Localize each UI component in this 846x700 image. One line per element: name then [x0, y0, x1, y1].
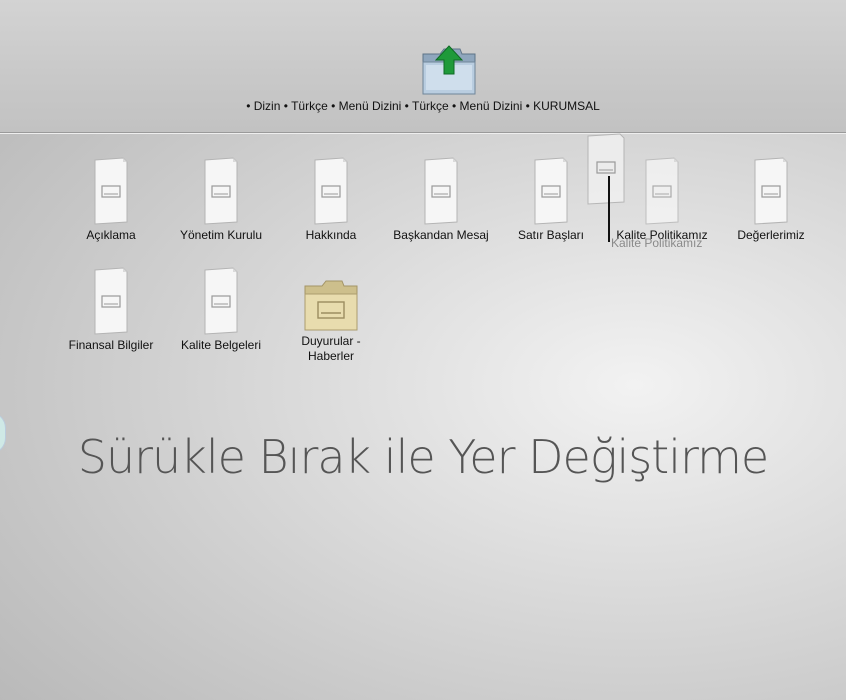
breadcrumb-item[interactable]: • Menü Dizini — [331, 99, 401, 113]
item-aciklama[interactable]: Açıklama — [51, 156, 171, 243]
item-label: Değerlerimiz — [737, 228, 805, 242]
document-icon — [204, 157, 238, 225]
breadcrumb-item[interactable]: • Türkçe — [405, 99, 449, 113]
document-icon — [645, 157, 679, 225]
breadcrumb: • Dizin • Türkçe • Menü Dizini • Türkçe … — [0, 99, 846, 113]
folder-icon — [304, 280, 358, 331]
document-icon — [314, 157, 348, 225]
drag-ghost-label: Kalite Politikamız — [611, 236, 703, 250]
item-finansal-bilgiler[interactable]: Finansal Bilgiler — [51, 266, 171, 353]
item-kalite-politikamiz[interactable]: Kalite Politikamız — [602, 156, 722, 243]
item-label: Açıklama — [86, 228, 136, 242]
breadcrumb-item[interactable]: • Menü Dizini — [452, 99, 522, 113]
header-bar: • Dizin • Türkçe • Menü Dizini • Türkçe … — [0, 0, 846, 133]
item-label: Hakkında — [305, 228, 357, 242]
document-icon — [94, 157, 128, 225]
item-hakkinda[interactable]: Hakkında — [271, 156, 391, 243]
item-label: Kalite Belgeleri — [180, 338, 262, 352]
document-icon — [94, 267, 128, 335]
page-heading: Sürükle Bırak ile Yer Değiştirme — [77, 430, 769, 484]
item-degerlerimiz[interactable]: Değerlerimiz — [711, 156, 831, 243]
item-label: Satır Başları — [517, 228, 585, 242]
document-icon — [754, 157, 788, 225]
breadcrumb-item[interactable]: • KURUMSAL — [526, 99, 600, 113]
breadcrumb-item[interactable]: • Dizin — [246, 99, 280, 113]
breadcrumb-item[interactable]: • Türkçe — [284, 99, 328, 113]
item-label: Finansal Bilgiler — [68, 338, 154, 352]
up-folder-icon[interactable] — [420, 40, 478, 98]
item-kalite-belgeleri[interactable]: Kalite Belgeleri — [161, 266, 281, 353]
item-yonetim-kurulu[interactable]: Yönetim Kurulu — [161, 156, 281, 243]
item-label: Yönetim Kurulu — [179, 228, 263, 242]
item-label: Duyurular - Haberler — [301, 334, 361, 363]
document-icon — [424, 157, 458, 225]
document-icon — [204, 267, 238, 335]
item-baskandan-mesaj[interactable]: Başkandan Mesaj — [381, 156, 501, 243]
item-satir-baslari[interactable]: Satır Başları — [491, 156, 611, 243]
item-duyurular-haberler[interactable]: Duyurular - Haberler — [271, 276, 391, 364]
drop-indicator — [608, 176, 610, 242]
item-label: Başkandan Mesaj — [393, 228, 489, 242]
document-icon — [534, 157, 568, 225]
